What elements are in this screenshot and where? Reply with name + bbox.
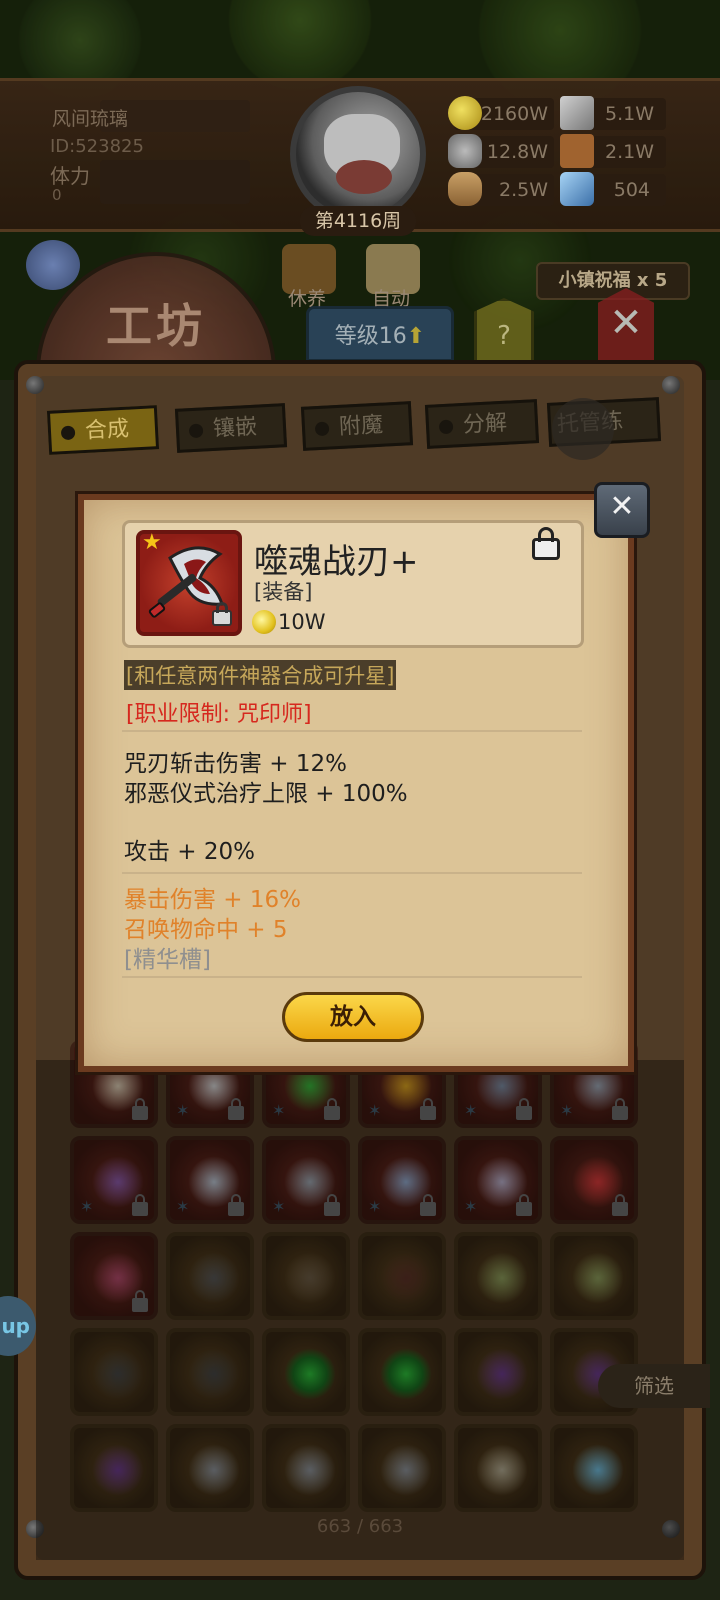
arrow-up-icon: ⬆ xyxy=(406,324,426,349)
tab-dot xyxy=(438,419,454,435)
star-icon: ★ xyxy=(142,530,162,555)
item-price: 10W xyxy=(278,610,326,634)
tab-inlay[interactable]: 镶嵌 xyxy=(174,403,288,453)
divider xyxy=(122,976,582,978)
divider xyxy=(122,872,582,874)
inventory-count: 663 / 663 xyxy=(316,1516,404,1537)
tab-overlay-circle xyxy=(552,398,614,460)
attack-stat: 攻击 + 20% xyxy=(124,839,256,865)
gold-coin-icon xyxy=(448,96,482,130)
workshop-title: 工坊 xyxy=(106,299,206,353)
rivet xyxy=(26,376,44,394)
tab-label: 合成 xyxy=(84,416,130,444)
inventory-dim-overlay xyxy=(36,1060,684,1560)
iron-ingot-icon xyxy=(560,96,594,130)
player-id: ID:523825 xyxy=(50,136,144,157)
tab-dot xyxy=(60,425,76,441)
level-label: 等级16 xyxy=(334,324,407,349)
axe-icon: ★ xyxy=(136,530,242,636)
stamina-box xyxy=(100,160,250,204)
tab-enchant[interactable]: 附魔 xyxy=(300,401,414,451)
item-category: [装备] xyxy=(254,580,313,604)
stamina-value: 0 xyxy=(52,186,62,204)
bonus-stat: 暴击伤害 + 16% xyxy=(124,887,302,913)
rivet xyxy=(662,376,680,394)
week-counter: 第4116周 xyxy=(300,206,416,236)
resource-iron: 5.1W xyxy=(560,96,666,130)
compass-icon[interactable] xyxy=(26,240,80,290)
stamina-label: 体力 xyxy=(50,164,90,188)
upgrade-note: [和任意两件神器合成可升星] xyxy=(124,660,397,690)
close-icon: ✕ xyxy=(609,300,643,346)
avatar-body xyxy=(336,160,392,194)
stone-icon xyxy=(448,134,482,168)
close-workshop-button[interactable]: ✕ xyxy=(598,288,654,362)
crystal-icon xyxy=(560,172,594,206)
resource-gold: 2160W xyxy=(448,96,554,130)
resource-value: 2160W xyxy=(480,103,548,125)
avatar[interactable] xyxy=(290,86,426,222)
town-blessing-badge[interactable]: 小镇祝福 x 5 xyxy=(536,262,690,300)
resource-value: 12.8W xyxy=(486,141,548,163)
help-button[interactable]: ? xyxy=(474,298,534,366)
resource-stone: 12.8W xyxy=(448,134,554,168)
tab-label: 镶嵌 xyxy=(212,414,258,442)
close-dialog-button[interactable] xyxy=(594,482,650,538)
divider xyxy=(122,730,582,732)
resource-value: 2.1W xyxy=(604,141,654,163)
tab-label: 附魔 xyxy=(338,412,384,440)
stat-line: 咒刃斩击伤害 + 12% xyxy=(124,751,348,777)
essence-slot: [精华槽] xyxy=(124,947,211,973)
leather-icon xyxy=(560,134,594,168)
tab-dot xyxy=(188,423,204,439)
wood-log-icon xyxy=(448,172,482,206)
resource-value: 5.1W xyxy=(604,103,654,125)
player-name: 风间琉璃 xyxy=(52,108,129,130)
resource-wood: 2.5W xyxy=(448,172,554,206)
class-restriction: [职业限制: 咒印师] xyxy=(126,702,312,727)
filter-button[interactable]: 筛选 xyxy=(598,1364,710,1408)
tab-compose[interactable]: 合成 xyxy=(46,405,160,455)
stat-line: 邪恶仪式治疗上限 + 100% xyxy=(124,781,408,807)
tab-dot xyxy=(314,421,330,437)
resource-crystal: 504 xyxy=(560,172,666,206)
tab-decompose[interactable]: 分解 xyxy=(424,399,540,449)
lock-icon xyxy=(212,602,232,626)
gold-coin-icon xyxy=(252,610,276,634)
tab-label: 分解 xyxy=(462,410,508,438)
bonus-stat: 召唤物命中 + 5 xyxy=(124,917,288,943)
lock-toggle-icon[interactable] xyxy=(532,527,560,560)
put-in-button[interactable]: 放入 xyxy=(282,992,424,1042)
level-button[interactable]: 等级16⬆ xyxy=(306,306,454,362)
resource-value: 504 xyxy=(613,179,650,201)
resource-leather: 2.1W xyxy=(560,134,666,168)
resource-value: 2.5W xyxy=(498,179,548,201)
